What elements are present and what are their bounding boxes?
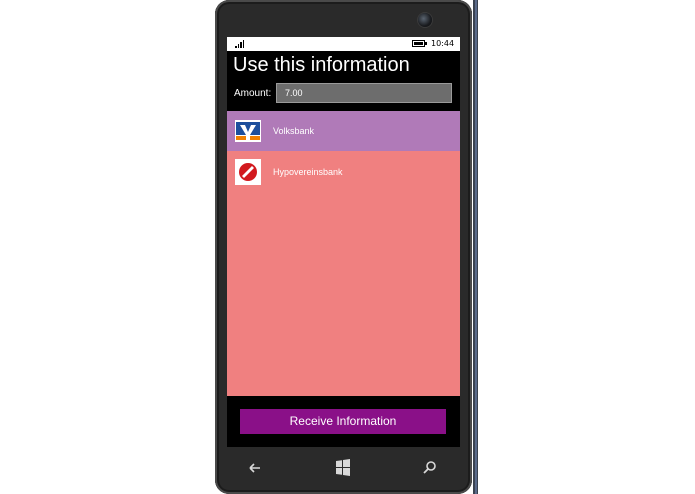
bank-list: Volksbank Hypovereinsbank	[227, 111, 460, 396]
front-camera-icon	[418, 13, 432, 27]
volksbank-logo-icon	[235, 120, 261, 142]
background-window-edge-highlight	[475, 0, 477, 494]
bank-name-hypovereinsbank: Hypovereinsbank	[273, 167, 343, 177]
back-arrow-icon[interactable]	[243, 458, 267, 478]
status-clock: 10:44	[431, 39, 455, 48]
hardware-navbar	[215, 452, 472, 488]
amount-input[interactable]: 7.00	[276, 83, 452, 103]
action-area: Receive Information	[227, 396, 460, 447]
hypovereinsbank-logo-icon	[235, 159, 261, 185]
amount-label: Amount:	[234, 88, 272, 99]
bank-item-volksbank[interactable]: Volksbank	[227, 111, 460, 151]
battery-icon	[412, 40, 427, 47]
status-bar: 10:44	[227, 37, 460, 51]
receive-information-button[interactable]: Receive Information	[240, 409, 446, 434]
search-icon[interactable]	[418, 458, 442, 478]
bank-item-hypovereinsbank[interactable]: Hypovereinsbank	[227, 152, 460, 192]
bank-name-volksbank: Volksbank	[273, 126, 315, 136]
phone-screen: 10:44 Use this information Amount: 7.00 …	[227, 37, 460, 447]
signal-strength-icon	[235, 40, 245, 48]
phone-emulator-frame: 10:44 Use this information Amount: 7.00 …	[215, 0, 472, 494]
windows-start-icon[interactable]	[331, 458, 355, 478]
page-title: Use this information	[233, 54, 410, 76]
